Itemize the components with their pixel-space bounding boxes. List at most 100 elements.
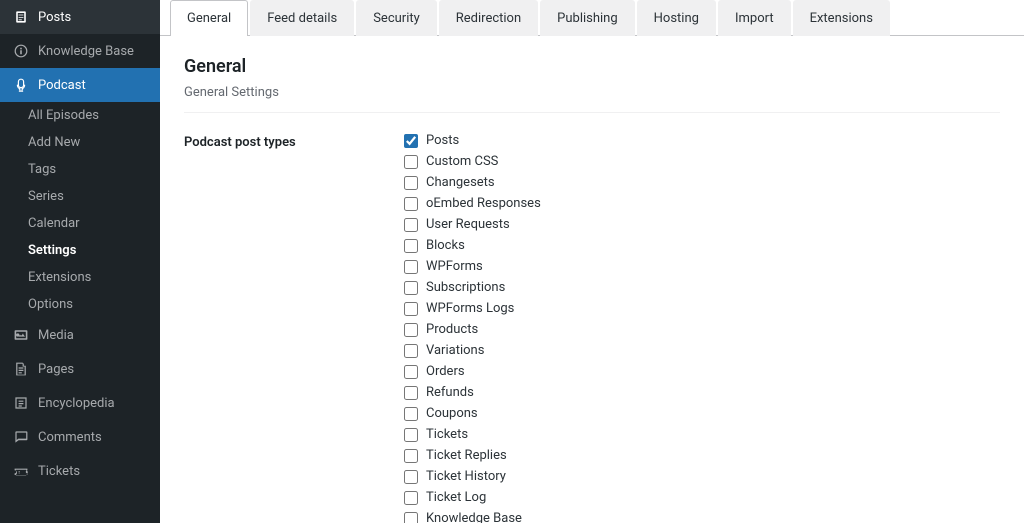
tab-extensions[interactable]: Extensions xyxy=(793,0,890,36)
main-content: General Feed details Security Redirectio… xyxy=(160,0,1024,523)
submenu-series[interactable]: Series xyxy=(0,183,160,210)
checkbox-label-tickets[interactable]: Tickets xyxy=(426,427,468,442)
checkbox-label-user-requests[interactable]: User Requests xyxy=(426,217,510,232)
checkbox-label-orders[interactable]: Orders xyxy=(426,364,465,379)
checkbox-label-knowledge-base[interactable]: Knowledge Base xyxy=(426,511,522,523)
checkbox-label-ticket-log[interactable]: Ticket Log xyxy=(426,490,486,505)
submenu-calendar[interactable]: Calendar xyxy=(0,210,160,237)
checkbox-item-knowledge-base: Knowledge Base xyxy=(404,511,541,523)
checkbox-ticket-replies[interactable] xyxy=(404,449,418,463)
tab-feed-details[interactable]: Feed details xyxy=(250,0,354,36)
sidebar-item-podcast[interactable]: Podcast xyxy=(0,68,160,102)
checkbox-label-oembed-responses[interactable]: oEmbed Responses xyxy=(426,196,541,211)
checkbox-knowledge-base[interactable] xyxy=(404,512,418,523)
checkbox-label-wpforms-logs[interactable]: WPForms Logs xyxy=(426,301,514,316)
checkbox-item-subscriptions: Subscriptions xyxy=(404,280,541,295)
checkbox-item-ticket-replies: Ticket Replies xyxy=(404,448,541,463)
sidebar-item-knowledge-base-label: Knowledge Base xyxy=(38,44,134,59)
sidebar-item-encyclopedia[interactable]: Encyclopedia xyxy=(0,386,160,420)
checkbox-label-products[interactable]: Products xyxy=(426,322,478,337)
pages-icon xyxy=(12,360,30,378)
sidebar-item-podcast-label: Podcast xyxy=(38,78,86,93)
checkbox-blocks[interactable] xyxy=(404,239,418,253)
page-title: General xyxy=(184,56,1000,77)
checkbox-ticket-log[interactable] xyxy=(404,491,418,505)
checkbox-item-changesets: Changesets xyxy=(404,175,541,190)
tab-hosting[interactable]: Hosting xyxy=(637,0,716,36)
checkbox-posts[interactable] xyxy=(404,134,418,148)
checkbox-item-variations: Variations xyxy=(404,343,541,358)
tab-security[interactable]: Security xyxy=(356,0,437,36)
sidebar-item-encyclopedia-label: Encyclopedia xyxy=(38,396,115,411)
checkbox-item-ticket-log: Ticket Log xyxy=(404,490,541,505)
posts-icon xyxy=(12,8,30,26)
tabs-bar: General Feed details Security Redirectio… xyxy=(160,0,1024,36)
checkbox-tickets[interactable] xyxy=(404,428,418,442)
checkbox-item-tickets: Tickets xyxy=(404,427,541,442)
checkbox-item-ticket-history: Ticket History xyxy=(404,469,541,484)
checkbox-label-posts[interactable]: Posts xyxy=(426,133,459,148)
checkbox-item-posts: Posts xyxy=(404,133,541,148)
checkbox-label-subscriptions[interactable]: Subscriptions xyxy=(426,280,505,295)
checkbox-label-refunds[interactable]: Refunds xyxy=(426,385,474,400)
checkbox-ticket-history[interactable] xyxy=(404,470,418,484)
encyclopedia-icon xyxy=(12,394,30,412)
comments-icon xyxy=(12,428,30,446)
checkbox-label-blocks[interactable]: Blocks xyxy=(426,238,465,253)
sidebar: Posts Knowledge Base Podcast All Episode… xyxy=(0,0,160,523)
checkbox-label-wpforms[interactable]: WPForms xyxy=(426,259,483,274)
checkbox-wpforms-logs[interactable] xyxy=(404,302,418,316)
checkbox-label-changesets[interactable]: Changesets xyxy=(426,175,495,190)
checkbox-variations[interactable] xyxy=(404,344,418,358)
tab-publishing[interactable]: Publishing xyxy=(540,0,635,36)
checkbox-products[interactable] xyxy=(404,323,418,337)
checkbox-changesets[interactable] xyxy=(404,176,418,190)
tab-redirection[interactable]: Redirection xyxy=(439,0,538,36)
podcast-icon xyxy=(12,76,30,94)
checkbox-item-custom-css: Custom CSS xyxy=(404,154,541,169)
checkbox-label-coupons[interactable]: Coupons xyxy=(426,406,478,421)
checkbox-refunds[interactable] xyxy=(404,386,418,400)
tickets-icon xyxy=(12,462,30,480)
checkbox-oembed-responses[interactable] xyxy=(404,197,418,211)
checkbox-item-wpforms: WPForms xyxy=(404,259,541,274)
checkbox-item-refunds: Refunds xyxy=(404,385,541,400)
checkbox-label-variations[interactable]: Variations xyxy=(426,343,484,358)
submenu-options[interactable]: Options xyxy=(0,291,160,318)
submenu-add-new[interactable]: Add New xyxy=(0,129,160,156)
checkbox-user-requests[interactable] xyxy=(404,218,418,232)
submenu-tags[interactable]: Tags xyxy=(0,156,160,183)
sidebar-item-media-label: Media xyxy=(38,328,74,343)
checkbox-custom-css[interactable] xyxy=(404,155,418,169)
sidebar-item-comments-label: Comments xyxy=(38,430,102,445)
checkbox-coupons[interactable] xyxy=(404,407,418,421)
sidebar-item-media[interactable]: Media xyxy=(0,318,160,352)
sidebar-item-posts[interactable]: Posts xyxy=(0,0,160,34)
checkbox-subscriptions[interactable] xyxy=(404,281,418,295)
checkbox-wpforms[interactable] xyxy=(404,260,418,274)
checkbox-list: Posts Custom CSS Changesets oEmbed Response… xyxy=(404,133,541,523)
submenu-extensions[interactable]: Extensions xyxy=(0,264,160,291)
submenu-settings[interactable]: Settings xyxy=(0,237,160,264)
tab-import[interactable]: Import xyxy=(718,0,791,36)
sidebar-item-comments[interactable]: Comments xyxy=(0,420,160,454)
tab-general[interactable]: General xyxy=(170,0,248,36)
knowledge-base-icon xyxy=(12,42,30,60)
sidebar-item-pages[interactable]: Pages xyxy=(0,352,160,386)
sidebar-item-knowledge-base[interactable]: Knowledge Base xyxy=(0,34,160,68)
sidebar-item-tickets-label: Tickets xyxy=(38,464,80,479)
checkbox-item-oembed-responses: oEmbed Responses xyxy=(404,196,541,211)
podcast-submenu: All Episodes Add New Tags Series Calenda… xyxy=(0,102,160,318)
checkbox-orders[interactable] xyxy=(404,365,418,379)
podcast-post-types-row: Podcast post types PostsCustom CSSChange… xyxy=(184,133,1000,523)
submenu-all-episodes[interactable]: All Episodes xyxy=(0,102,160,129)
checkbox-item-blocks: Blocks xyxy=(404,238,541,253)
checkbox-label-ticket-replies[interactable]: Ticket Replies xyxy=(426,448,507,463)
checkbox-label-ticket-history[interactable]: Ticket History xyxy=(426,469,506,484)
checkbox-item-user-requests: User Requests xyxy=(404,217,541,232)
sidebar-item-tickets[interactable]: Tickets xyxy=(0,454,160,488)
section-label: General Settings xyxy=(184,85,1000,113)
settings-content: General General Settings Podcast post ty… xyxy=(160,36,1024,523)
checkbox-item-coupons: Coupons xyxy=(404,406,541,421)
checkbox-label-custom-css[interactable]: Custom CSS xyxy=(426,154,498,169)
